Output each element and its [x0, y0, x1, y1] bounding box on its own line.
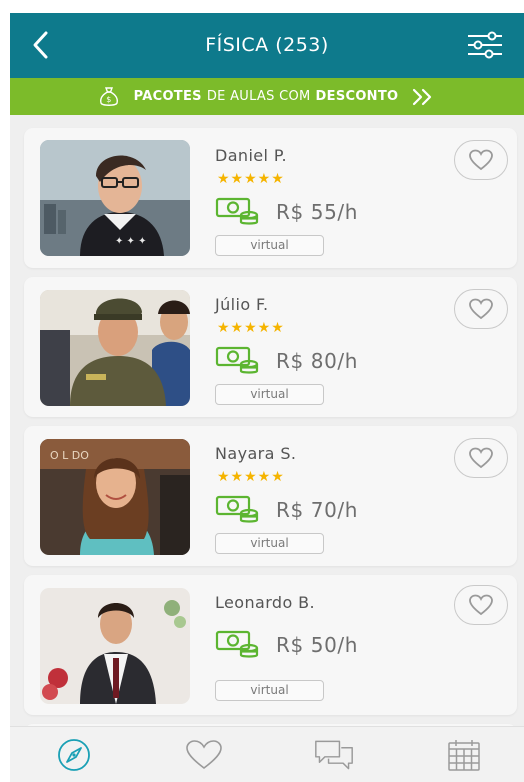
- app-screen: FÍSICA (253) $ PACOTES DE AULAS COM DESC…: [10, 13, 524, 782]
- compass-icon: [58, 739, 90, 771]
- teacher-card[interactable]: O L DO Nayara S. ★★★★★ R$ 70/h virtual: [24, 426, 517, 566]
- teacher-photo: O L DO: [40, 439, 190, 555]
- heart-icon: [469, 594, 493, 616]
- svg-text:$: $: [106, 95, 111, 104]
- calendar-icon: [448, 740, 480, 771]
- favorite-button[interactable]: [454, 585, 508, 625]
- price-per-hour: R$ 55/h: [276, 200, 359, 224]
- teacher-card[interactable]: Júlio F. ★★★★★ R$ 80/h virtual: [24, 277, 517, 417]
- rating-stars: ★★★★★: [217, 469, 285, 485]
- class-mode-tag: virtual: [215, 384, 324, 405]
- money-icon: [215, 495, 259, 523]
- tab-calendar[interactable]: [444, 737, 484, 773]
- money-icon: [215, 346, 259, 374]
- teacher-photo: ✦ ✦ ✦: [40, 140, 190, 256]
- teacher-name: Leonardo B.: [215, 593, 316, 612]
- heart-icon: [469, 149, 493, 171]
- back-button[interactable]: [26, 27, 58, 63]
- price-per-hour: R$ 80/h: [276, 349, 359, 373]
- rating-stars: ★★★★★: [217, 171, 285, 187]
- class-mode-tag: virtual: [215, 533, 324, 554]
- favorite-button[interactable]: [454, 140, 508, 180]
- teacher-card[interactable]: Leonardo B. R$ 50/h virtual: [24, 575, 517, 715]
- class-mode-tag: virtual: [215, 235, 324, 256]
- tab-favorites[interactable]: [184, 737, 224, 773]
- bottom-tab-bar: [10, 726, 524, 782]
- svg-text:O L DO: O L DO: [50, 449, 89, 462]
- banner-text: DE AULAS COM: [206, 89, 311, 104]
- tab-explore[interactable]: [54, 737, 94, 773]
- tab-messages[interactable]: [314, 737, 354, 773]
- filter-button[interactable]: [465, 27, 505, 63]
- chat-icon: [315, 740, 353, 770]
- favorite-button[interactable]: [454, 289, 508, 329]
- money-icon: [215, 630, 259, 658]
- heart-icon: [186, 740, 222, 770]
- favorite-button[interactable]: [454, 438, 508, 478]
- teacher-name: Júlio F.: [215, 295, 269, 314]
- chevron-left-icon: [33, 31, 48, 59]
- double-chevron-right-icon: [413, 88, 432, 105]
- page-title: FÍSICA (253): [205, 34, 329, 56]
- rating-stars: ★★★★★: [217, 320, 285, 336]
- banner-text-bold-2: DESCONTO: [315, 89, 399, 104]
- price-per-hour: R$ 50/h: [276, 633, 359, 657]
- top-bar: FÍSICA (253): [10, 13, 524, 78]
- heart-icon: [469, 298, 493, 320]
- money-bag-icon: $: [99, 86, 118, 106]
- discount-banner[interactable]: $ PACOTES DE AULAS COM DESCONTO: [10, 78, 524, 115]
- heart-icon: [469, 447, 493, 469]
- teacher-photo: [40, 290, 190, 406]
- teacher-card[interactable]: ✦ ✦ ✦ Daniel P. ★★★★★ R$ 55/h virtual: [24, 128, 517, 268]
- teacher-photo: [40, 588, 190, 704]
- teacher-name: Daniel P.: [215, 146, 287, 165]
- price-per-hour: R$ 70/h: [276, 498, 359, 522]
- banner-text-bold-1: PACOTES: [133, 89, 202, 104]
- sliders-icon: [468, 31, 502, 59]
- svg-text:✦ ✦ ✦: ✦ ✦ ✦: [115, 236, 147, 247]
- teacher-name: Nayara S.: [215, 444, 297, 463]
- class-mode-tag: virtual: [215, 680, 324, 701]
- money-icon: [215, 197, 259, 225]
